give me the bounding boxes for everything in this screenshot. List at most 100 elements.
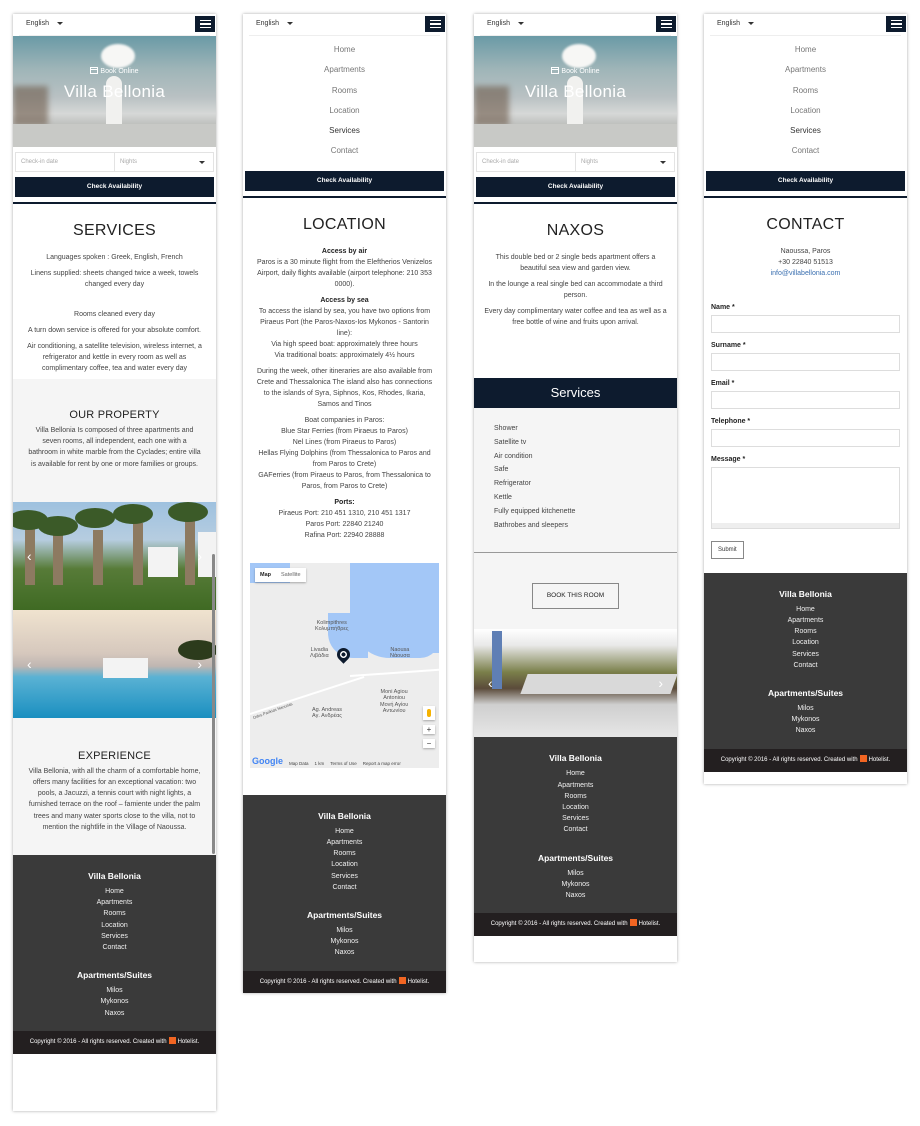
nav-apartments[interactable]: Apartments <box>243 60 446 80</box>
email-input[interactable] <box>711 390 900 409</box>
check-availability-button[interactable]: Check Availability <box>476 177 675 197</box>
footer-link-services[interactable]: Services <box>704 649 907 660</box>
zoom-out-button[interactable]: − <box>423 738 435 748</box>
name-input[interactable] <box>711 314 900 333</box>
hamburger-menu-button[interactable] <box>886 16 906 32</box>
language-label: English <box>26 20 49 27</box>
footer-link-apartments[interactable]: Apartments <box>13 897 216 908</box>
slider-next-arrow[interactable]: › <box>197 657 202 671</box>
language-selector[interactable]: English <box>487 20 524 27</box>
footer-link-milos[interactable]: Milos <box>704 703 907 714</box>
footer-link-naxos[interactable]: Naxos <box>13 1008 216 1019</box>
footer-link-milos[interactable]: Milos <box>474 868 677 879</box>
footer-link-contact[interactable]: Contact <box>243 882 446 893</box>
hotelist-link[interactable]: Hotelist. <box>408 979 430 985</box>
nights-select[interactable]: Nights <box>114 153 213 171</box>
footer-link-apartments[interactable]: Apartments <box>704 615 907 626</box>
nav-contact[interactable]: Contact <box>704 141 907 161</box>
satellite-tab[interactable]: Satellite <box>276 568 306 582</box>
nights-select[interactable]: Nights <box>575 153 674 171</box>
book-online-link[interactable]: Book Online <box>474 67 677 75</box>
nav-apartments[interactable]: Apartments <box>704 60 907 80</box>
footer-link-mykonos[interactable]: Mykonos <box>474 879 677 890</box>
scrollbar[interactable] <box>212 554 215 854</box>
terms-of-use-link[interactable]: Terms of Use <box>330 761 357 766</box>
check-availability-button[interactable]: Check Availability <box>15 177 214 197</box>
nav-home[interactable]: Home <box>243 40 446 60</box>
footer-link-rooms[interactable]: Rooms <box>13 908 216 919</box>
book-this-room-button[interactable]: BOOK THIS ROOM <box>532 583 619 610</box>
footer-link-home[interactable]: Home <box>243 826 446 837</box>
footer-link-contact[interactable]: Contact <box>474 824 677 835</box>
footer-link-location[interactable]: Location <box>474 802 677 813</box>
slider-next-arrow[interactable]: › <box>197 549 202 563</box>
footer-link-milos[interactable]: Milos <box>13 985 216 996</box>
nav-home[interactable]: Home <box>704 40 907 60</box>
message-textarea[interactable] <box>711 466 900 529</box>
footer-link-home[interactable]: Home <box>474 768 677 779</box>
footer-link-rooms[interactable]: Rooms <box>704 626 907 637</box>
telephone-input[interactable] <box>711 428 900 447</box>
slider-prev-arrow[interactable]: ‹ <box>27 549 32 563</box>
slider-next-arrow[interactable]: › <box>658 676 663 690</box>
map-tab[interactable]: Map <box>255 568 276 582</box>
language-selector[interactable]: English <box>26 20 63 27</box>
nav-location[interactable]: Location <box>243 101 446 121</box>
checkin-date-input[interactable]: Check-in date <box>16 153 114 171</box>
zoom-in-button[interactable]: + <box>423 724 435 734</box>
email-label: Email * <box>711 379 735 387</box>
map-data-link[interactable]: Map Data <box>289 761 309 766</box>
slider-prev-arrow[interactable]: ‹ <box>27 657 32 671</box>
language-selector[interactable]: English <box>256 20 293 27</box>
footer-link-rooms[interactable]: Rooms <box>474 791 677 802</box>
footer-link-mykonos[interactable]: Mykonos <box>13 996 216 1007</box>
booking-form: Check-in date Nights <box>474 147 677 174</box>
surname-label: Surname * <box>711 341 746 349</box>
footer-link-apartments[interactable]: Apartments <box>474 780 677 791</box>
footer-link-rooms[interactable]: Rooms <box>243 848 446 859</box>
hamburger-menu-button[interactable] <box>425 16 445 32</box>
footer-link-home[interactable]: Home <box>704 604 907 615</box>
google-map[interactable]: Map Satellite Kolimpithres Κολυμπήθρες L… <box>250 562 439 768</box>
footer-link-mykonos[interactable]: Mykonos <box>704 714 907 725</box>
footer-link-naxos[interactable]: Naxos <box>704 725 907 736</box>
slider-prev-arrow[interactable]: ‹ <box>488 676 493 690</box>
language-selector[interactable]: English <box>717 20 754 27</box>
hotelist-link[interactable]: Hotelist. <box>178 1039 200 1045</box>
footer-link-location[interactable]: Location <box>704 637 907 648</box>
hamburger-menu-button[interactable] <box>195 16 215 32</box>
nav-rooms[interactable]: Rooms <box>704 81 907 101</box>
footer-link-naxos[interactable]: Naxos <box>243 947 446 958</box>
report-map-error-link[interactable]: Report a map error <box>363 761 401 766</box>
map-label-naousa: Naousa Νάουσα <box>390 646 410 660</box>
book-online-link[interactable]: Book Online <box>13 67 216 75</box>
check-availability-button[interactable]: Check Availability <box>706 170 905 191</box>
nav-location[interactable]: Location <box>704 101 907 121</box>
checkin-date-input[interactable]: Check-in date <box>477 153 575 171</box>
submit-button[interactable]: Submit <box>711 540 744 559</box>
footer-link-apartments[interactable]: Apartments <box>243 837 446 848</box>
footer-link-services[interactable]: Services <box>13 931 216 942</box>
hotelist-link[interactable]: Hotelist. <box>869 757 891 763</box>
nav-services[interactable]: Services <box>704 121 907 141</box>
surname-input[interactable] <box>711 352 900 371</box>
footer-link-home[interactable]: Home <box>13 886 216 897</box>
footer-link-services[interactable]: Services <box>474 813 677 824</box>
footer-link-location[interactable]: Location <box>243 859 446 870</box>
email-link[interactable]: info@villabellonia.com <box>704 268 907 279</box>
footer-link-location[interactable]: Location <box>13 920 216 931</box>
street-view-pegman-icon[interactable] <box>423 705 435 720</box>
check-availability-button[interactable]: Check Availability <box>245 170 444 191</box>
nav-services[interactable]: Services <box>243 121 446 141</box>
footer-link-mykonos[interactable]: Mykonos <box>243 936 446 947</box>
nav-menu: Home Apartments Rooms Location Services … <box>704 36 907 166</box>
footer-link-naxos[interactable]: Naxos <box>474 890 677 901</box>
footer-link-milos[interactable]: Milos <box>243 925 446 936</box>
nav-contact[interactable]: Contact <box>243 141 446 161</box>
nav-rooms[interactable]: Rooms <box>243 81 446 101</box>
footer-link-services[interactable]: Services <box>243 871 446 882</box>
footer-link-contact[interactable]: Contact <box>704 660 907 671</box>
hamburger-menu-button[interactable] <box>656 16 676 32</box>
footer-link-contact[interactable]: Contact <box>13 942 216 953</box>
hotelist-link[interactable]: Hotelist. <box>639 921 661 927</box>
